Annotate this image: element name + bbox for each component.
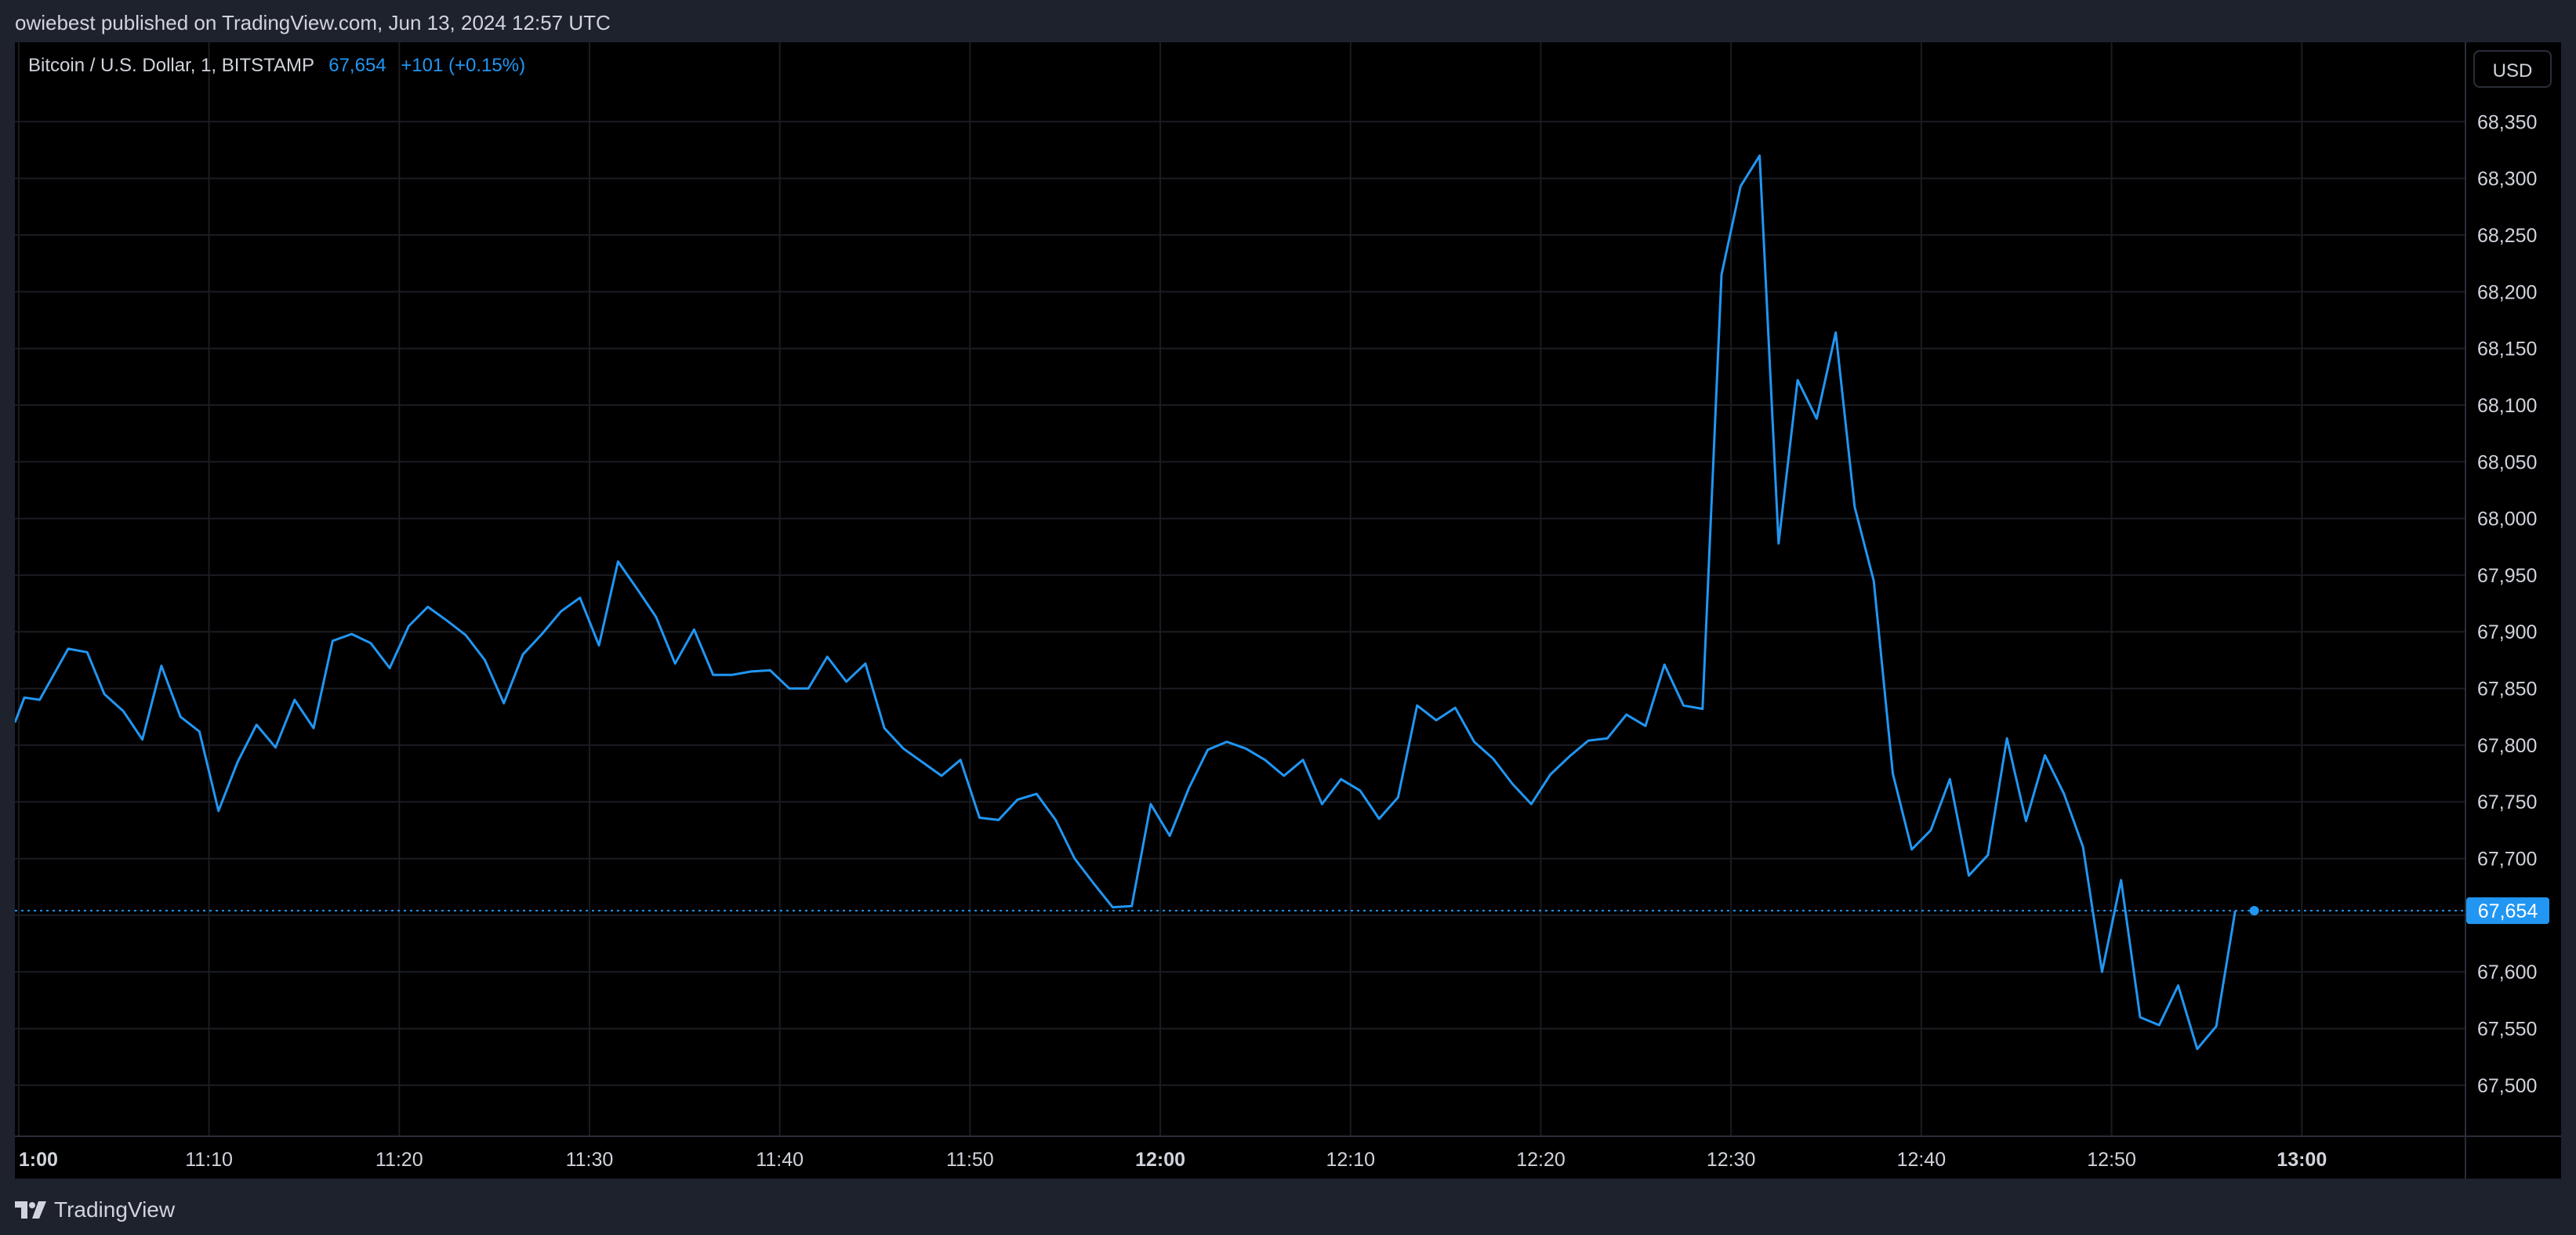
- x-tick-label: 11:50: [946, 1149, 994, 1171]
- tradingview-brand[interactable]: TradingView: [15, 1197, 175, 1222]
- currency-button[interactable]: USD: [2473, 50, 2552, 88]
- legend-change: +101 (+0.15%): [401, 55, 526, 76]
- last-price-label: 67,654: [2478, 900, 2538, 922]
- x-tick-label: 1:00: [19, 1149, 58, 1171]
- footer-bar: TradingView: [0, 1179, 2576, 1235]
- x-tick-label: 11:30: [566, 1149, 614, 1171]
- y-tick-label: 68,250: [2477, 225, 2537, 247]
- symbol-legend[interactable]: Bitcoin / U.S. Dollar, 1, BITSTAMP 67,65…: [28, 55, 525, 77]
- x-tick-label: 12:20: [1516, 1149, 1566, 1171]
- x-tick-label: 12:30: [1707, 1149, 1756, 1171]
- x-tick-label: 11:40: [756, 1149, 804, 1171]
- y-tick-label: 67,700: [2477, 849, 2537, 871]
- y-tick-label: 67,550: [2477, 1019, 2537, 1041]
- symbol-name: Bitcoin / U.S. Dollar, 1, BITSTAMP: [28, 55, 314, 76]
- y-tick-label: 68,100: [2477, 395, 2537, 417]
- y-tick-label: 68,300: [2477, 168, 2537, 190]
- y-tick-label: 67,750: [2477, 791, 2537, 813]
- publish-info: owiebest published on TradingView.com, J…: [15, 11, 611, 34]
- x-tick-label: 12:50: [2087, 1149, 2136, 1171]
- brand-name: TradingView: [54, 1197, 176, 1222]
- y-tick-label: 68,200: [2477, 281, 2537, 303]
- y-tick-label: 67,800: [2477, 735, 2537, 757]
- tradingview-logo-icon: [15, 1201, 46, 1219]
- x-tick-label: 11:20: [376, 1149, 423, 1171]
- price-axis[interactable]: 67,500 67,550 67,600 67,700 67,750 67,800 67,8…: [2477, 111, 2537, 1097]
- x-tick-label: 12:00: [1135, 1149, 1185, 1171]
- grid: [15, 42, 2465, 1136]
- y-tick-label: 67,500: [2477, 1075, 2537, 1097]
- price-chart[interactable]: 67,500 67,550 67,600 67,700 67,750 67,800 67,8…: [15, 42, 2561, 1179]
- y-tick-label: 68,150: [2477, 339, 2537, 360]
- y-tick-label: 68,000: [2477, 509, 2537, 531]
- y-tick-label: 67,600: [2477, 962, 2537, 983]
- y-tick-label: 67,850: [2477, 679, 2537, 701]
- last-price-point: [2249, 906, 2259, 916]
- y-tick-label: 68,350: [2477, 111, 2537, 133]
- legend-price: 67,654: [328, 55, 386, 76]
- x-tick-label: 12:40: [1897, 1149, 1947, 1171]
- x-tick-label: 11:10: [185, 1149, 233, 1171]
- y-tick-label: 67,950: [2477, 565, 2537, 587]
- x-tick-label: 12:10: [1326, 1149, 1375, 1171]
- y-tick-label: 68,050: [2477, 451, 2537, 473]
- x-tick-label: 13:00: [2277, 1149, 2327, 1171]
- last-price-tag: 67,654: [2466, 897, 2549, 925]
- chart-area[interactable]: 67,500 67,550 67,600 67,700 67,750 67,800 67,8…: [15, 42, 2561, 1179]
- y-tick-label: 67,900: [2477, 621, 2537, 643]
- header-bar: owiebest published on TradingView.com, J…: [0, 0, 2576, 42]
- time-axis[interactable]: 1:00 11:10 11:20 11:30 11:40 11:50 12:00 12:10 1…: [19, 1149, 2327, 1171]
